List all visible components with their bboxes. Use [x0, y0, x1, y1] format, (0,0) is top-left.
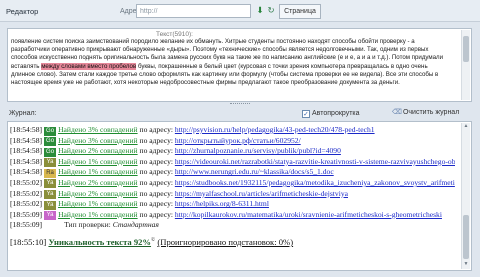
journal-log[interactable]: [18:54:58] Go Найдено 3% совпадений по адр…	[7, 121, 472, 271]
engine-badge: Ra	[44, 168, 57, 178]
log-scroll-thumb[interactable]	[463, 215, 469, 259]
source-link[interactable]: https://videouroki.net/razrabotki/statya…	[175, 157, 455, 166]
log-timestamp: [18:54:58]	[10, 135, 43, 145]
source-link[interactable]: https://helpiks.org/8-6311.html	[175, 199, 269, 208]
log-row: [18:54:58] Ya Найдено 1% совпадений по адр…	[10, 157, 455, 168]
match-found-text[interactable]: Найдено 1% совпадений	[58, 210, 138, 219]
autoscroll-label: Автопрокрутка	[312, 110, 360, 117]
clear-journal-label: Очистить журнал	[402, 109, 460, 116]
address-input[interactable]	[136, 4, 251, 18]
text-scroll-thumb[interactable]	[463, 36, 469, 62]
source-link[interactable]: https://myalfaschool.ru/articles/arifmet…	[175, 189, 348, 198]
text-highlight: между словами вместо пробелов	[41, 62, 137, 70]
engine-badge: Go	[44, 147, 57, 157]
clear-journal-button[interactable]: ⌫ Очистить журнал	[392, 107, 459, 119]
log-row: [18:55:02] Ya Найдено 1% совпадений по адр…	[10, 199, 455, 210]
log-row: [18:55:02] Ya Найдено 2% совпадений по адр…	[10, 178, 455, 189]
uniqueness-mark: ©	[151, 236, 156, 243]
address-text: по адресу:	[139, 177, 173, 187]
log-row: [18:55:09] Ya Найдено 1% совпадений по адр…	[10, 210, 455, 221]
source-link[interactable]: https://studbooks.net/1932115/pedagogika…	[175, 178, 455, 187]
match-found-text[interactable]: Найдено 1% совпадений	[58, 157, 138, 166]
check-type-value: Стандартная	[112, 220, 159, 230]
engine-badge: Ya	[44, 200, 57, 210]
log-row: [18:54:58] Go Найдено 3% совпадений по адр…	[10, 125, 455, 136]
source-link[interactable]: http://www.nerungri.edu.ru/~klassika/doc…	[175, 167, 334, 176]
match-found-text[interactable]: Найдено 2% совпадений	[58, 189, 138, 198]
text-panel[interactable]: Текст(5910): появление систем поиска заи…	[7, 28, 472, 102]
autoscroll-toggle[interactable]: ✓ Автопрокрутка	[302, 108, 360, 119]
journal-label: Журнал:	[9, 110, 37, 117]
scroll-up-icon[interactable]: ▲	[462, 124, 470, 130]
page-button[interactable]: Страница	[279, 4, 321, 19]
address-text: по адресу:	[139, 199, 173, 209]
match-found-text[interactable]: Найдено 2% совпадений	[58, 178, 138, 187]
check-type-row: [18:55:09] Тип проверки: Стандартная	[10, 220, 455, 231]
log-row: [18:54:58] Go Найдено 3% совпадений по адр…	[10, 136, 455, 147]
engine-badge: Ya	[44, 179, 57, 189]
source-link[interactable]: http://psyvision.ru/help/pedagogika/43-p…	[175, 125, 375, 134]
match-found-text[interactable]: Найдено 3% совпадений	[58, 136, 138, 145]
address-text: по адресу:	[139, 125, 173, 134]
log-row: [18:55:02] Ya Найдено 2% совпадений по адр…	[10, 189, 455, 200]
source-link[interactable]: http://открытыйурок.рф/статьи/602952/	[175, 136, 301, 145]
log-timestamp: [18:55:09]	[10, 209, 43, 219]
log-timestamp: [18:55:09]	[10, 220, 43, 230]
scroll-down-icon[interactable]: ▼	[462, 262, 470, 268]
log-timestamp: [18:55:10]	[10, 236, 47, 247]
text-body[interactable]: появление систем поиска заимствований по…	[11, 38, 451, 87]
engine-badge: Ya	[44, 211, 57, 221]
download-icon[interactable]: ⬇	[255, 5, 265, 16]
address-text: по адресу:	[139, 146, 173, 156]
engine-badge: Ya	[44, 158, 57, 168]
autoscroll-checkbox[interactable]: ✓	[302, 110, 310, 118]
log-timestamp: [18:54:58]	[10, 125, 43, 134]
address-text: по адресу:	[139, 156, 173, 166]
source-link[interactable]: http://zhurnalpoznanie.ru/servisy/publik…	[175, 146, 341, 155]
text-label: Текст(5910):	[156, 31, 193, 38]
log-row: [18:54:58] Go Найдено 2% совпадений по адр…	[10, 146, 455, 157]
log-row: [18:54:58] Ra Найдено 1% совпадений по адр…	[10, 167, 455, 178]
match-found-text[interactable]: Найдено 3% совпадений	[58, 125, 138, 134]
address-text: по адресу:	[139, 135, 173, 145]
check-type-label: Тип проверки:	[64, 220, 111, 230]
address-text: по адресу:	[139, 167, 173, 177]
result-row: [18:55:10] Уникальность текста 92%© (Про…	[10, 234, 455, 247]
refresh-icon[interactable]: ↻	[266, 5, 276, 16]
address-text: по адресу:	[139, 209, 173, 219]
log-timestamp: [18:54:58]	[10, 156, 43, 166]
engine-badge: Go	[44, 126, 57, 136]
address-text: по адресу:	[139, 188, 173, 198]
ignored-substitutions: (Проигнорировано подстановок: 0%)	[157, 236, 294, 247]
broom-icon: ⌫	[392, 109, 402, 116]
log-timestamp: [18:54:58]	[10, 146, 43, 156]
engine-badge: Ya	[44, 190, 57, 200]
match-found-text[interactable]: Найдено 2% совпадений	[58, 146, 138, 155]
match-found-text[interactable]: Найдено 1% совпадений	[58, 167, 138, 176]
uniqueness-result[interactable]: Уникальность текста 92%	[48, 237, 151, 247]
log-timestamp: [18:55:02]	[10, 199, 43, 209]
window-title: Редактор	[6, 7, 39, 16]
engine-badge: Go	[44, 137, 57, 147]
log-timestamp: [18:55:02]	[10, 188, 43, 198]
log-scrollbar[interactable]: ▲ ▼	[461, 123, 470, 269]
text-scrollbar[interactable]	[461, 30, 470, 100]
log-timestamp: [18:55:02]	[10, 177, 43, 187]
source-link[interactable]: http://kopilkaurokov.ru/matematika/uroki…	[175, 210, 442, 219]
log-rows: [18:54:58] Go Найдено 3% совпадений по адр…	[10, 125, 455, 247]
top-bar: Редактор Адрес ⬇ ↻ Страница	[0, 0, 480, 22]
log-timestamp: [18:54:58]	[10, 167, 43, 177]
journal-header: Журнал: ✓ Автопрокрутка ⌫ Очистить журнал	[7, 106, 472, 120]
match-found-text[interactable]: Найдено 1% совпадений	[58, 199, 138, 208]
